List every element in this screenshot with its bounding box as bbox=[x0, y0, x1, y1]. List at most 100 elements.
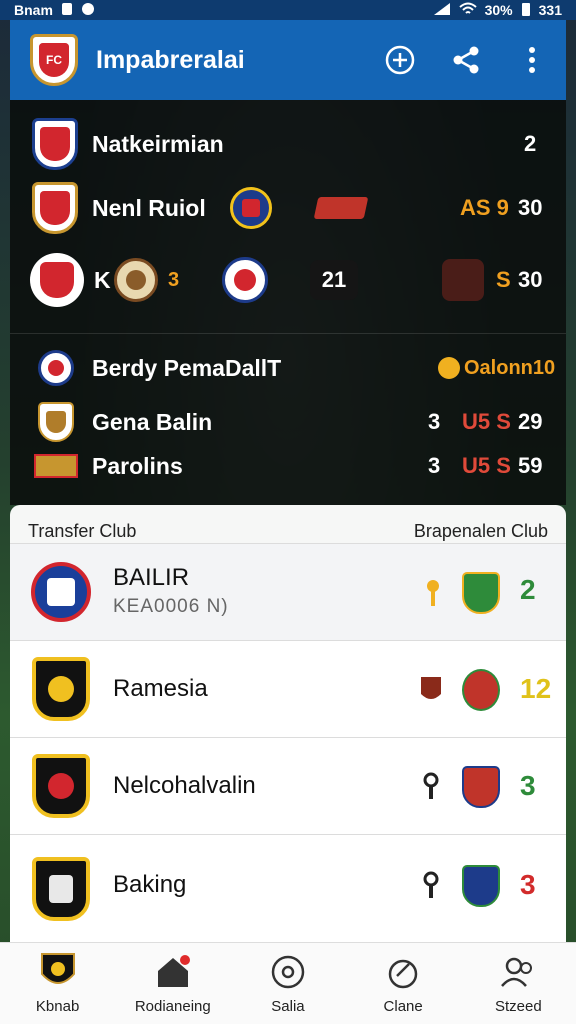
secondary-crest bbox=[114, 258, 158, 302]
score: 2 bbox=[524, 131, 537, 156]
club-score: 3 bbox=[520, 869, 536, 900]
key-icon bbox=[420, 871, 442, 901]
clock: 331 bbox=[538, 2, 562, 18]
club-crest bbox=[30, 856, 92, 921]
battery-icon bbox=[521, 1, 531, 20]
app-bar: FC Impabreralai bbox=[10, 20, 566, 100]
club-name: Nelcohalvalin bbox=[113, 772, 256, 799]
opponent-crest bbox=[462, 766, 500, 808]
badge-icon bbox=[438, 357, 460, 379]
app-title: Impabreralai bbox=[96, 45, 245, 74]
add-icon bbox=[385, 45, 415, 75]
share-button[interactable] bbox=[450, 44, 482, 76]
signal-icon bbox=[433, 2, 451, 19]
club-mini-icon bbox=[420, 675, 442, 705]
club-subtitle: KEA0006 N) bbox=[113, 596, 229, 617]
share-icon bbox=[453, 46, 479, 74]
nav-item-clane[interactable]: Clane bbox=[348, 952, 458, 1015]
header-right: Brapenalen Club bbox=[413, 520, 548, 541]
score: 30 bbox=[518, 267, 543, 292]
divider bbox=[10, 333, 566, 334]
match-row[interactable]: Berdy PemaDallT Oalonn10 bbox=[10, 340, 566, 396]
shield-status-icon bbox=[81, 2, 95, 19]
more-button[interactable] bbox=[516, 44, 548, 76]
app-logo: FC bbox=[30, 34, 78, 86]
sponsor-badge bbox=[442, 259, 484, 301]
opponent-crest bbox=[230, 187, 272, 229]
nav-item-stats[interactable]: Salia bbox=[233, 952, 343, 1015]
team-name: Natkeirmian bbox=[92, 130, 224, 157]
trophy-icon bbox=[422, 578, 444, 608]
badge-text: Oalonn10 bbox=[464, 356, 556, 379]
match-row[interactable]: Natkeirmian 2 bbox=[10, 116, 566, 172]
opponent-crest bbox=[462, 572, 500, 614]
add-button[interactable] bbox=[384, 44, 416, 76]
circle-target-icon bbox=[268, 952, 308, 992]
club-crest bbox=[30, 754, 92, 818]
opponent-crest bbox=[222, 257, 268, 303]
match-row[interactable]: Nenl Ruiol AS 9 30 bbox=[10, 180, 566, 236]
home-icon bbox=[153, 952, 193, 992]
battery-percent: 30% bbox=[484, 2, 513, 18]
nav-label: Kbnab bbox=[35, 998, 80, 1015]
score-detail: S bbox=[496, 267, 511, 292]
club-crest bbox=[30, 560, 92, 624]
wifi-icon bbox=[458, 2, 477, 19]
club-score: 2 bbox=[520, 574, 536, 605]
club-name: Ramesia bbox=[113, 675, 208, 702]
score-left: 3 bbox=[428, 409, 441, 434]
status-carrier: Bnam bbox=[14, 2, 53, 18]
score: 30 bbox=[518, 195, 543, 220]
nav-item-home[interactable]: Rodianeing bbox=[118, 952, 228, 1015]
club-row[interactable]: Nelcohalvalin 3 bbox=[10, 737, 566, 834]
opponent-crest bbox=[462, 865, 500, 907]
club-crest-icon bbox=[38, 952, 78, 992]
club-row[interactable]: Ramesia 12 bbox=[10, 640, 566, 737]
team-name: K bbox=[94, 266, 111, 293]
team-crest bbox=[32, 182, 78, 234]
sponsor-badge bbox=[313, 197, 369, 219]
team-crest bbox=[38, 350, 74, 386]
people-icon bbox=[498, 952, 538, 992]
team-crest bbox=[38, 402, 74, 442]
opponent-crest bbox=[462, 669, 500, 711]
score-detail: U5 S bbox=[462, 453, 511, 478]
club-score: 3 bbox=[520, 770, 536, 801]
match-row[interactable]: Parolins 3 U5 S 59 bbox=[10, 438, 566, 494]
key-icon bbox=[420, 772, 442, 802]
nav-label: Salia bbox=[271, 998, 305, 1015]
nav-label: Stzeed bbox=[494, 998, 542, 1015]
nav-item-club[interactable]: Kbnab bbox=[3, 952, 113, 1015]
center-score: 21 bbox=[310, 260, 358, 300]
transfer-sheet: Transfer Club Brapenalen Club BAILIR KEA… bbox=[10, 505, 566, 942]
nav-label: Clane bbox=[383, 998, 423, 1015]
status-bar: Bnam 30% 331 bbox=[0, 0, 576, 20]
team-crest bbox=[34, 454, 78, 478]
more-icon bbox=[529, 47, 535, 73]
club-score: 12 bbox=[520, 673, 552, 704]
team-crest bbox=[30, 253, 84, 307]
notification-icon bbox=[61, 2, 73, 19]
chart-gauge-icon bbox=[383, 952, 423, 992]
team-name: Parolins bbox=[92, 452, 183, 479]
score-detail: U5 S bbox=[462, 409, 511, 434]
team-name: Gena Balin bbox=[92, 408, 213, 435]
nav-label: Rodianeing bbox=[134, 998, 211, 1015]
score-detail: AS 9 bbox=[460, 195, 509, 220]
club-row[interactable]: BAILIR KEA0006 N) 2 bbox=[10, 543, 566, 640]
team-name: Nenl Ruiol bbox=[92, 194, 206, 221]
score-left: 3 bbox=[428, 453, 441, 478]
score: 29 bbox=[518, 409, 543, 434]
club-row[interactable]: Baking 3 bbox=[10, 834, 566, 942]
team-crest bbox=[32, 118, 78, 170]
club-name: Baking bbox=[113, 871, 187, 898]
club-name: BAILIR bbox=[113, 564, 190, 591]
team-extra: 3 bbox=[168, 268, 180, 291]
nav-item-people[interactable]: Stzeed bbox=[463, 952, 573, 1015]
header-left: Transfer Club bbox=[28, 520, 137, 541]
match-row[interactable]: K 3 21 S 30 bbox=[10, 252, 566, 308]
team-name: Berdy PemaDallT bbox=[92, 354, 282, 381]
score: 59 bbox=[518, 453, 543, 478]
bottom-nav: Kbnab Rodianeing Salia Clane Stzeed bbox=[0, 942, 576, 1024]
club-crest bbox=[30, 657, 92, 721]
